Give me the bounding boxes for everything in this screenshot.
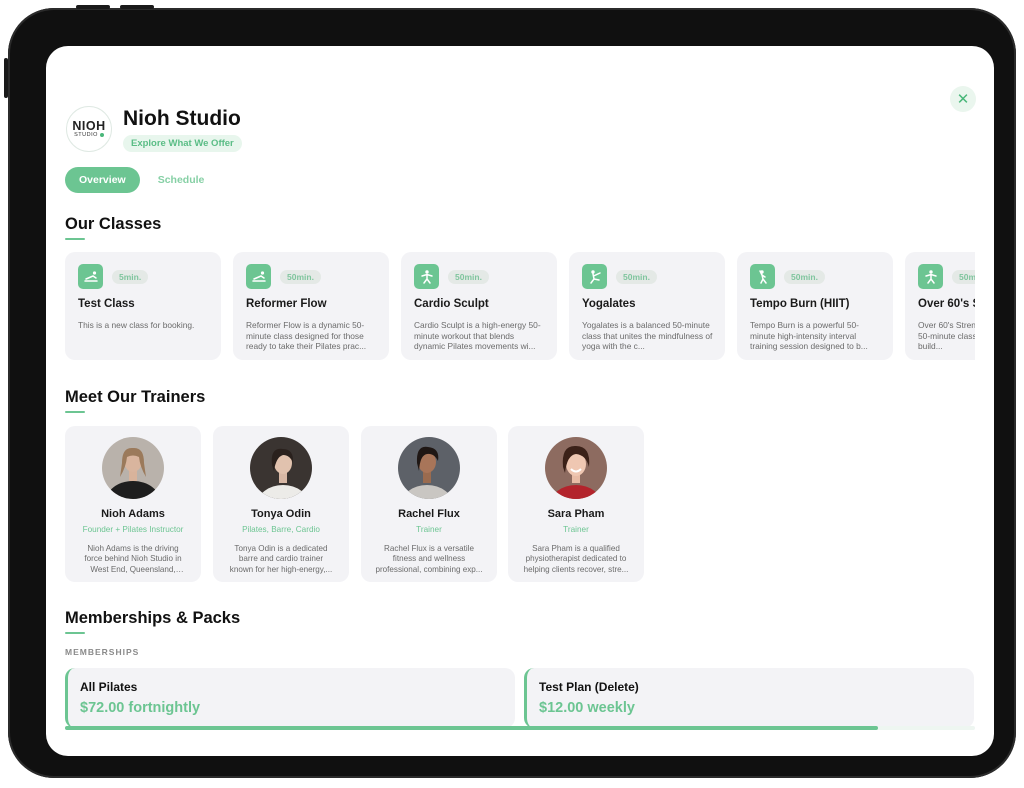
- studio-logo: NIOH STUDIO: [66, 106, 112, 152]
- class-card[interactable]: 50min. Cardio Sculpt Cardio Sculpt is a …: [401, 252, 557, 360]
- logo-text: NIOH: [72, 119, 106, 133]
- class-description: Over 60's Strength is a supportive 50-mi…: [918, 320, 975, 351]
- trainer-name: Nioh Adams: [101, 508, 165, 520]
- section-title-memberships: Memberships & Packs: [65, 609, 241, 627]
- cardio-icon: [918, 264, 943, 289]
- duration-badge: 50min.: [784, 269, 825, 284]
- membership-price: $72.00 fortnightly: [80, 700, 201, 716]
- power-button: [4, 58, 8, 98]
- memberships-label: MEMBERSHIPS: [65, 647, 140, 657]
- duration-badge: 50min.: [448, 269, 489, 284]
- class-description: Yogalates is a balanced 50-minute class …: [582, 320, 713, 351]
- class-name: Tempo Burn (HIIT): [750, 298, 850, 310]
- tagline-badge: Explore What We Offer: [123, 134, 242, 152]
- trainer-role: Trainer: [563, 525, 589, 534]
- class-description: Tempo Burn is a powerful 50-minute high-…: [750, 320, 868, 351]
- section-title-trainers: Meet Our Trainers: [65, 388, 206, 406]
- class-description: Cardio Sculpt is a high-energy 50-minute…: [414, 320, 541, 351]
- class-card[interactable]: 50min. Reformer Flow Reformer Flow is a …: [233, 252, 389, 360]
- class-card[interactable]: 50min. Tempo Burn (HIIT) Tempo Burn is a…: [737, 252, 893, 360]
- trainer-name: Rachel Flux: [398, 508, 460, 520]
- close-icon: ✕: [956, 91, 970, 108]
- class-card[interactable]: 5min. Test Class This is a new class for…: [65, 252, 221, 360]
- avatar: [250, 437, 312, 499]
- class-card[interactable]: 50min. Yogalates Yogalates is a balanced…: [569, 252, 725, 360]
- class-description: Reformer Flow is a dynamic 50-minute cla…: [246, 320, 367, 351]
- studio-sheet: ✕ NIOH STUDIO Nioh Studio Explore What W…: [46, 46, 994, 756]
- duration-badge: 50min.: [280, 269, 321, 284]
- stretch-icon: [750, 264, 775, 289]
- scrollbar-thumb[interactable]: [65, 726, 878, 730]
- trainer-description: Rachel Flux is a versatile fitness and w…: [375, 544, 483, 574]
- tab-overview[interactable]: Overview: [65, 167, 140, 193]
- yoga-icon: [582, 264, 607, 289]
- avatar: [398, 437, 460, 499]
- volume-button: [76, 5, 110, 9]
- trainer-role: Trainer: [416, 525, 442, 534]
- tablet-frame: ✕ NIOH STUDIO Nioh Studio Explore What W…: [8, 8, 1016, 778]
- class-name: Reformer Flow: [246, 298, 327, 310]
- class-name: Over 60's Strength: [918, 298, 975, 310]
- trainer-name: Tonya Odin: [251, 508, 311, 520]
- class-name: Test Class: [78, 298, 135, 310]
- studio-header: NIOH STUDIO Nioh Studio Explore What We …: [66, 106, 242, 152]
- trainer-card[interactable]: Rachel Flux Trainer Rachel Flux is a ver…: [361, 426, 497, 582]
- class-description: This is a new class for booking.: [78, 320, 195, 330]
- trainer-card[interactable]: Sara Pham Trainer Sara Pham is a qualifi…: [508, 426, 644, 582]
- class-name: Yogalates: [582, 298, 636, 310]
- trainer-role: Founder + Pilates Instructor: [82, 525, 184, 534]
- cardio-icon: [414, 264, 439, 289]
- scrollbar-track[interactable]: [65, 726, 975, 730]
- membership-name: All Pilates: [80, 680, 138, 694]
- reformer-icon: [246, 264, 271, 289]
- membership-card[interactable]: Test Plan (Delete) $12.00 weekly: [524, 668, 974, 728]
- trainer-role: Pilates, Barre, Cardio: [242, 525, 320, 534]
- page-title: Nioh Studio: [123, 106, 241, 130]
- trainer-card[interactable]: Tonya Odin Pilates, Barre, Cardio Tonya …: [213, 426, 349, 582]
- trainer-description: Sara Pham is a qualified physiotherapist…: [523, 544, 629, 574]
- trainer-name: Sara Pham: [547, 508, 605, 520]
- class-name: Cardio Sculpt: [414, 298, 489, 310]
- logo-subtext: STUDIO: [74, 132, 104, 138]
- avatar: [545, 437, 607, 499]
- section-underline: [65, 411, 85, 413]
- trainer-card[interactable]: Nioh Adams Founder + Pilates Instructor …: [65, 426, 201, 582]
- tab-bar: Overview Schedule: [65, 167, 204, 193]
- classes-carousel[interactable]: 5min. Test Class This is a new class for…: [65, 252, 975, 364]
- duration-badge: 5min.: [112, 269, 149, 284]
- section-underline: [65, 238, 85, 240]
- section-underline: [65, 632, 85, 634]
- class-card[interactable]: 50min. Over 60's Strength Over 60's Stre…: [905, 252, 975, 360]
- membership-price: $12.00 weekly: [539, 700, 635, 716]
- close-button[interactable]: ✕: [950, 86, 976, 112]
- volume-button: [120, 5, 154, 9]
- tab-schedule[interactable]: Schedule: [158, 174, 205, 186]
- avatar: [102, 437, 164, 499]
- section-title-classes: Our Classes: [65, 215, 162, 233]
- duration-badge: 50min.: [616, 269, 657, 284]
- membership-name: Test Plan (Delete): [539, 680, 639, 694]
- membership-card[interactable]: All Pilates $72.00 fortnightly: [65, 668, 515, 728]
- duration-badge: 50min.: [952, 269, 975, 284]
- trainer-description: Nioh Adams is the driving force behind N…: [84, 544, 182, 574]
- trainer-description: Tonya Odin is a dedicated barre and card…: [229, 544, 333, 574]
- reformer-icon: [78, 264, 103, 289]
